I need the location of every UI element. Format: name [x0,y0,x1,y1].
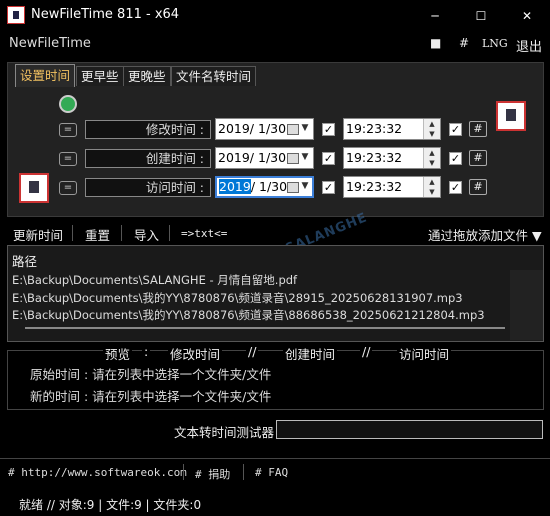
preview-modified-heading: 修改时间 [168,344,223,363]
created-time-checkbox[interactable]: ✓ [449,152,462,165]
drag-drop-menu[interactable]: 通过拖放添加文件 ▼ [428,225,542,244]
donate-link[interactable]: # 捐助 [195,466,230,482]
export-txt-button[interactable]: =>txt<= [181,227,227,240]
horizontal-scrollbar[interactable] [25,327,505,329]
toolbar-divider [169,225,170,241]
tab-filename-to-time[interactable]: 文件名转时间 [171,66,257,86]
modified-hash-button[interactable]: # [469,121,487,137]
faq-link[interactable]: # FAQ [255,466,288,479]
chevron-down-icon[interactable]: ▼ [298,152,312,162]
files-icon[interactable] [19,173,49,203]
close-button[interactable]: ✕ [504,0,550,31]
menu-language[interactable]: LNG [482,37,508,50]
app-icon [7,6,25,24]
accessed-time-label: 访问时间 : [85,178,211,197]
menu-app-name[interactable]: NewFileTime [9,36,91,51]
preview-slashes: // [246,344,259,359]
equals-button-created[interactable]: = [59,152,77,166]
menu-exit[interactable]: 退出 [516,36,542,55]
modified-time-spinner[interactable]: ▲ ▼ [423,119,440,139]
preview-accessed-heading: 访问时间 [397,344,452,363]
tab-earlier[interactable]: 更早些 [76,66,124,86]
footer-separator [183,464,184,480]
modified-date-checkbox[interactable]: ✓ [322,123,335,136]
preview-slashes: // [360,344,373,359]
minimize-button[interactable]: ─ [412,0,458,31]
list-item[interactable]: E:\Backup\Documents\我的YY\8780876\频道录音\88… [12,307,485,323]
equals-button-modified[interactable]: = [59,123,77,137]
list-header-path[interactable]: 路径 [12,251,37,270]
accessed-time-checkbox[interactable]: ✓ [449,181,462,194]
status-text: 就绪 // 对象:9 | 文件:9 | 文件夹:0 [19,498,202,512]
created-date-checkbox[interactable]: ✓ [322,152,335,165]
footer-divider [0,458,550,459]
toolbar-divider [121,225,122,241]
chevron-down-icon[interactable]: ▼ [298,123,312,133]
modified-time-checkbox[interactable]: ✓ [449,123,462,136]
preview-colon: : [142,344,151,359]
menu-square-button[interactable]: ■ [430,36,441,50]
created-time-label: 创建时间 : [85,149,211,168]
accessed-hash-button[interactable]: # [469,179,487,195]
window-title: NewFileTime 811 - x64 [31,7,180,22]
toolbar-divider [72,225,73,241]
chevron-down-icon[interactable]: ▼ [298,181,312,191]
now-clock-icon[interactable] [59,95,77,113]
text-to-time-tester-input[interactable] [276,420,543,439]
original-time-text: 原始时间 : 请在列表中选择一个文件夹/文件 [30,367,272,382]
vertical-scrollbar[interactable] [510,270,543,340]
website-link[interactable]: # http://www.softwareok.com [8,466,187,479]
reset-button[interactable]: 重置 [85,225,110,244]
preview-created-heading: 创建时间 [283,344,338,363]
tab-set-time[interactable]: 设置时间 [15,64,76,87]
preview-heading: 预览 [103,344,133,363]
maximize-button[interactable]: ☐ [458,0,504,31]
modified-time-label: 修改时间 : [85,120,211,139]
new-time-text: 新的时间 : 请在列表中选择一个文件夹/文件 [30,389,272,404]
accessed-time-spinner[interactable]: ▲ ▼ [423,177,440,197]
accessed-date-checkbox[interactable]: ✓ [322,181,335,194]
tab-later[interactable]: 更晚些 [123,66,171,86]
footer-separator [243,464,244,480]
created-hash-button[interactable]: # [469,150,487,166]
equals-button-accessed[interactable]: = [59,181,77,195]
update-time-button[interactable]: 更新时间 [13,225,63,244]
created-time-spinner[interactable]: ▲ ▼ [423,148,440,168]
file-time-icon[interactable] [496,101,526,131]
list-item[interactable]: E:\Backup\Documents\我的YY\8780876\频道录音\28… [12,290,463,306]
import-button[interactable]: 导入 [134,225,159,244]
text-to-time-tester-label: 文本转时间测试器 [174,425,275,440]
list-item[interactable]: E:\Backup\Documents\SALANGHE - 月情自留地.pdf [12,272,297,288]
menu-hash-button[interactable]: # [459,36,469,50]
